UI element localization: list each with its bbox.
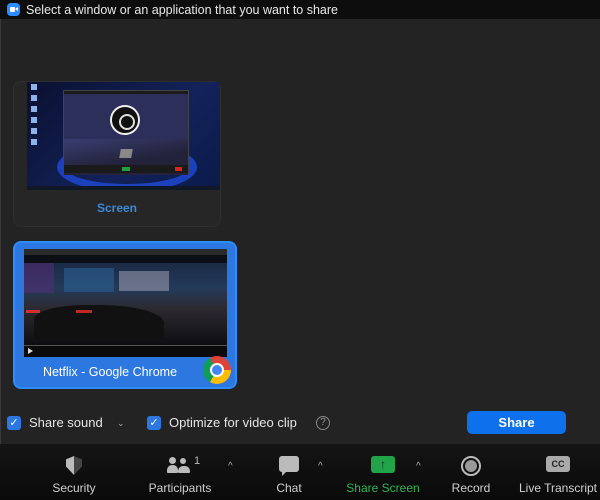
video-controls-preview bbox=[24, 345, 227, 357]
source-list: Screen Netflix - Google Chrome bbox=[0, 19, 600, 444]
camera-off-icon bbox=[119, 149, 133, 158]
share-sound-option[interactable]: ✓ Share sound bbox=[7, 415, 103, 430]
title-bar: Select a window or an application that y… bbox=[0, 0, 600, 19]
source-label: Netflix - Google Chrome bbox=[42, 365, 178, 379]
share-sound-label: Share sound bbox=[29, 415, 103, 430]
window-title: Select a window or an application that y… bbox=[26, 2, 338, 17]
optimize-video-option[interactable]: ✓ Optimize for video clip bbox=[147, 415, 297, 430]
participants-icon bbox=[167, 456, 193, 474]
shield-icon bbox=[66, 456, 82, 475]
toolbar-chat[interactable]: Chat bbox=[269, 444, 309, 500]
obs-window-preview bbox=[63, 90, 189, 175]
record-icon bbox=[461, 456, 481, 476]
share-button[interactable]: Share bbox=[467, 411, 566, 434]
share-options-bar: ✓ Share sound ⌄ ✓ Optimize for video cli… bbox=[0, 405, 600, 441]
share-screen-dialog: Select a window or an application that y… bbox=[0, 0, 600, 500]
desktop-icons bbox=[29, 84, 39, 150]
source-tile-chrome[interactable]: Netflix - Google Chrome bbox=[13, 241, 237, 389]
browser-tabbar-preview bbox=[24, 249, 227, 255]
toolbar-live-transcript[interactable]: CC Live Transcript bbox=[518, 444, 598, 500]
screen-thumbnail bbox=[27, 82, 220, 190]
help-icon[interactable]: ? bbox=[316, 416, 330, 430]
toolbar-label: Participants bbox=[148, 481, 212, 495]
play-icon bbox=[28, 348, 33, 354]
toolbar-label: Security bbox=[52, 481, 96, 495]
share-sound-checkbox[interactable]: ✓ bbox=[7, 415, 21, 430]
cc-icon: CC bbox=[546, 456, 570, 472]
share-chevron-icon[interactable]: ^ bbox=[416, 461, 421, 472]
optimize-video-checkbox[interactable]: ✓ bbox=[147, 415, 161, 430]
source-tile-screen[interactable]: Screen bbox=[13, 81, 221, 227]
zoom-icon bbox=[7, 3, 20, 16]
taskbar-preview bbox=[27, 186, 220, 190]
obs-logo-icon bbox=[110, 105, 140, 135]
participant-count: 1 bbox=[194, 455, 201, 467]
share-sound-dropdown-icon[interactable]: ⌄ bbox=[117, 418, 125, 429]
video-frame bbox=[24, 263, 227, 345]
share-screen-icon: ↑ bbox=[371, 456, 395, 473]
toolbar-share-screen[interactable]: ↑ Share Screen bbox=[343, 444, 423, 500]
chat-chevron-icon[interactable]: ^ bbox=[318, 461, 323, 472]
toolbar-security[interactable]: Security bbox=[44, 444, 104, 500]
participants-chevron-icon[interactable]: ^ bbox=[228, 461, 233, 472]
toolbar-record[interactable]: Record bbox=[446, 444, 496, 500]
chat-icon bbox=[279, 456, 299, 476]
chrome-thumbnail bbox=[24, 249, 227, 357]
meeting-toolbar: Security Participants 1 ^ Chat ^ ↑ Share… bbox=[0, 444, 600, 500]
toolbar-label: Record bbox=[451, 481, 491, 495]
toolbar-label: Live Transcript bbox=[518, 481, 598, 495]
chrome-icon bbox=[203, 356, 231, 384]
optimize-video-label: Optimize for video clip bbox=[169, 415, 297, 430]
toolbar-label: Share Screen bbox=[346, 481, 420, 495]
toolbar-label: Chat bbox=[276, 481, 302, 495]
source-label: Screen bbox=[96, 201, 138, 215]
toolbar-participants[interactable]: Participants bbox=[144, 444, 216, 500]
